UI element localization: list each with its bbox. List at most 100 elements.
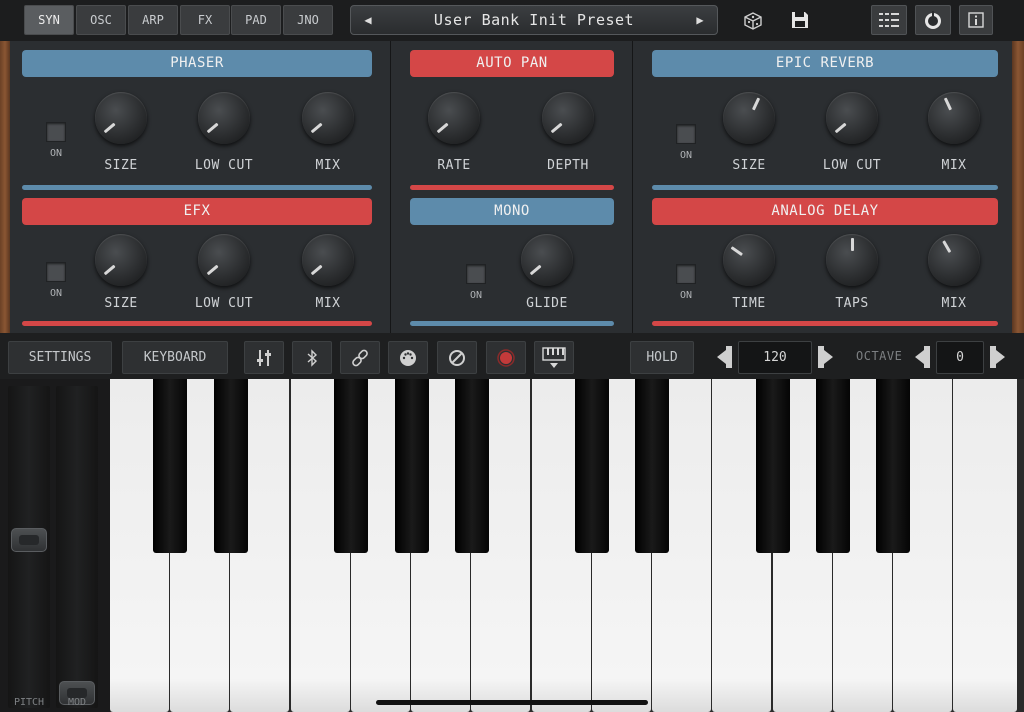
hold-button[interactable]: HOLD — [630, 341, 694, 374]
grid-menu-icon[interactable] — [871, 5, 907, 35]
epic-reverb-low-cut-knob[interactable] — [826, 92, 878, 144]
auto-pan-bar — [410, 185, 614, 190]
efx-size-knob[interactable] — [95, 234, 147, 286]
black-key[interactable] — [816, 379, 850, 553]
keyboard-button[interactable]: KEYBOARD — [122, 341, 228, 374]
black-key[interactable] — [635, 379, 669, 553]
tab-fx[interactable]: FX — [180, 5, 230, 35]
record-icon[interactable] — [486, 341, 526, 374]
epic-reverb-header[interactable]: EPIC REVERB — [652, 50, 998, 77]
tempo-decrease-button[interactable] — [716, 346, 732, 368]
auto-pan-rate-knob[interactable] — [428, 92, 480, 144]
octave-decrease-button[interactable] — [914, 346, 930, 368]
tab-osc[interactable]: OSC — [76, 5, 126, 35]
black-key[interactable] — [455, 379, 489, 553]
preset-selector: ◀ User Bank Init Preset ▶ — [350, 5, 718, 35]
tab-pad[interactable]: PAD — [231, 5, 281, 35]
epic-reverb-size-knob[interactable] — [723, 92, 775, 144]
mod-label: MOD — [67, 697, 87, 708]
epic-reverb-bar — [652, 185, 998, 190]
analog-delay-taps-knob[interactable] — [826, 234, 878, 286]
mono-on-toggle[interactable] — [466, 264, 486, 284]
analog-delay-mix-label: MIX — [941, 296, 967, 311]
midi-icon[interactable] — [388, 341, 428, 374]
epic-reverb-mix-knob[interactable] — [928, 92, 980, 144]
efx-size-label: SIZE — [104, 296, 138, 311]
wood-side-left — [0, 41, 10, 333]
auto-pan-rate-label: RATE — [437, 158, 471, 173]
phaser-mix-knob[interactable] — [302, 92, 354, 144]
pitch-label: PITCH — [13, 697, 45, 708]
dice-icon[interactable] — [738, 5, 768, 35]
mono-header[interactable]: MONO — [410, 198, 614, 225]
record-knob-icon[interactable] — [915, 5, 951, 35]
keyboard-layout-icon[interactable] — [534, 341, 574, 374]
octave-increase-button[interactable] — [990, 346, 1006, 368]
mono-glide-label: GLIDE — [526, 296, 568, 311]
mono-bar — [410, 321, 614, 326]
efx-bar — [22, 321, 372, 326]
efx-on-label: ON — [49, 288, 63, 299]
auto-pan-depth-knob[interactable] — [542, 92, 594, 144]
analog-delay-taps-label: TAPS — [835, 296, 869, 311]
analog-delay-header[interactable]: ANALOG DELAY — [652, 198, 998, 225]
home-indicator — [376, 700, 648, 705]
tab-arp[interactable]: ARP — [128, 5, 178, 35]
analog-delay-time-label: TIME — [732, 296, 766, 311]
efx-header[interactable]: EFX — [22, 198, 372, 225]
save-icon[interactable] — [785, 5, 815, 35]
octave-label: OCTAVE — [856, 349, 903, 363]
epic-reverb-on-toggle[interactable] — [676, 124, 696, 144]
analog-delay-time-knob[interactable] — [723, 234, 775, 286]
wood-side-right — [1012, 41, 1024, 333]
analog-delay-bar — [652, 321, 998, 326]
analog-delay-mix-knob[interactable] — [928, 234, 980, 286]
auto-pan-header[interactable]: AUTO PAN — [410, 50, 614, 77]
preset-next-button[interactable]: ▶ — [689, 6, 711, 34]
mono-glide-knob[interactable] — [521, 234, 573, 286]
epic-reverb-size-label: SIZE — [732, 158, 766, 173]
tempo-increase-button[interactable] — [818, 346, 834, 368]
sliders-icon[interactable] — [244, 341, 284, 374]
phaser-mix-label: MIX — [315, 158, 341, 173]
panel-divider — [390, 41, 391, 333]
black-key[interactable] — [575, 379, 609, 553]
black-key[interactable] — [876, 379, 910, 553]
efx-low-cut-label: LOW CUT — [194, 296, 254, 311]
link-icon[interactable] — [340, 341, 380, 374]
info-icon[interactable] — [959, 5, 993, 35]
phaser-header[interactable]: PHASER — [22, 50, 372, 77]
phaser-on-toggle[interactable] — [46, 122, 66, 142]
phaser-size-knob[interactable] — [95, 92, 147, 144]
phaser-low-cut-label: LOW CUT — [194, 158, 254, 173]
tab-syn[interactable]: SYN — [24, 5, 74, 35]
preset-name[interactable]: User Bank Init Preset — [381, 6, 687, 34]
phaser-low-cut-knob[interactable] — [198, 92, 250, 144]
black-key[interactable] — [214, 379, 248, 553]
black-key[interactable] — [395, 379, 429, 553]
mod-wheel[interactable] — [56, 386, 98, 708]
efx-mix-knob[interactable] — [302, 234, 354, 286]
epic-reverb-mix-label: MIX — [941, 158, 967, 173]
octave-value[interactable]: 0 — [936, 341, 984, 374]
analog-delay-on-toggle[interactable] — [676, 264, 696, 284]
white-key[interactable] — [953, 379, 1017, 712]
efx-low-cut-knob[interactable] — [198, 234, 250, 286]
efx-mix-label: MIX — [315, 296, 341, 311]
tempo-value[interactable]: 120 — [738, 341, 812, 374]
disable-icon[interactable] — [437, 341, 477, 374]
efx-on-toggle[interactable] — [46, 262, 66, 282]
preset-prev-button[interactable]: ◀ — [357, 6, 379, 34]
bluetooth-icon[interactable] — [292, 341, 332, 374]
tab-jno[interactable]: JNO — [283, 5, 333, 35]
pitch-wheel-handle[interactable] — [11, 528, 47, 552]
epic-reverb-on-label: ON — [679, 150, 693, 161]
mono-on-label: ON — [469, 290, 483, 301]
black-key[interactable] — [334, 379, 368, 553]
phaser-on-label: ON — [49, 148, 63, 159]
settings-button[interactable]: SETTINGS — [8, 341, 112, 374]
panel-divider — [632, 41, 633, 333]
analog-delay-on-label: ON — [679, 290, 693, 301]
black-key[interactable] — [756, 379, 790, 553]
black-key[interactable] — [153, 379, 187, 553]
